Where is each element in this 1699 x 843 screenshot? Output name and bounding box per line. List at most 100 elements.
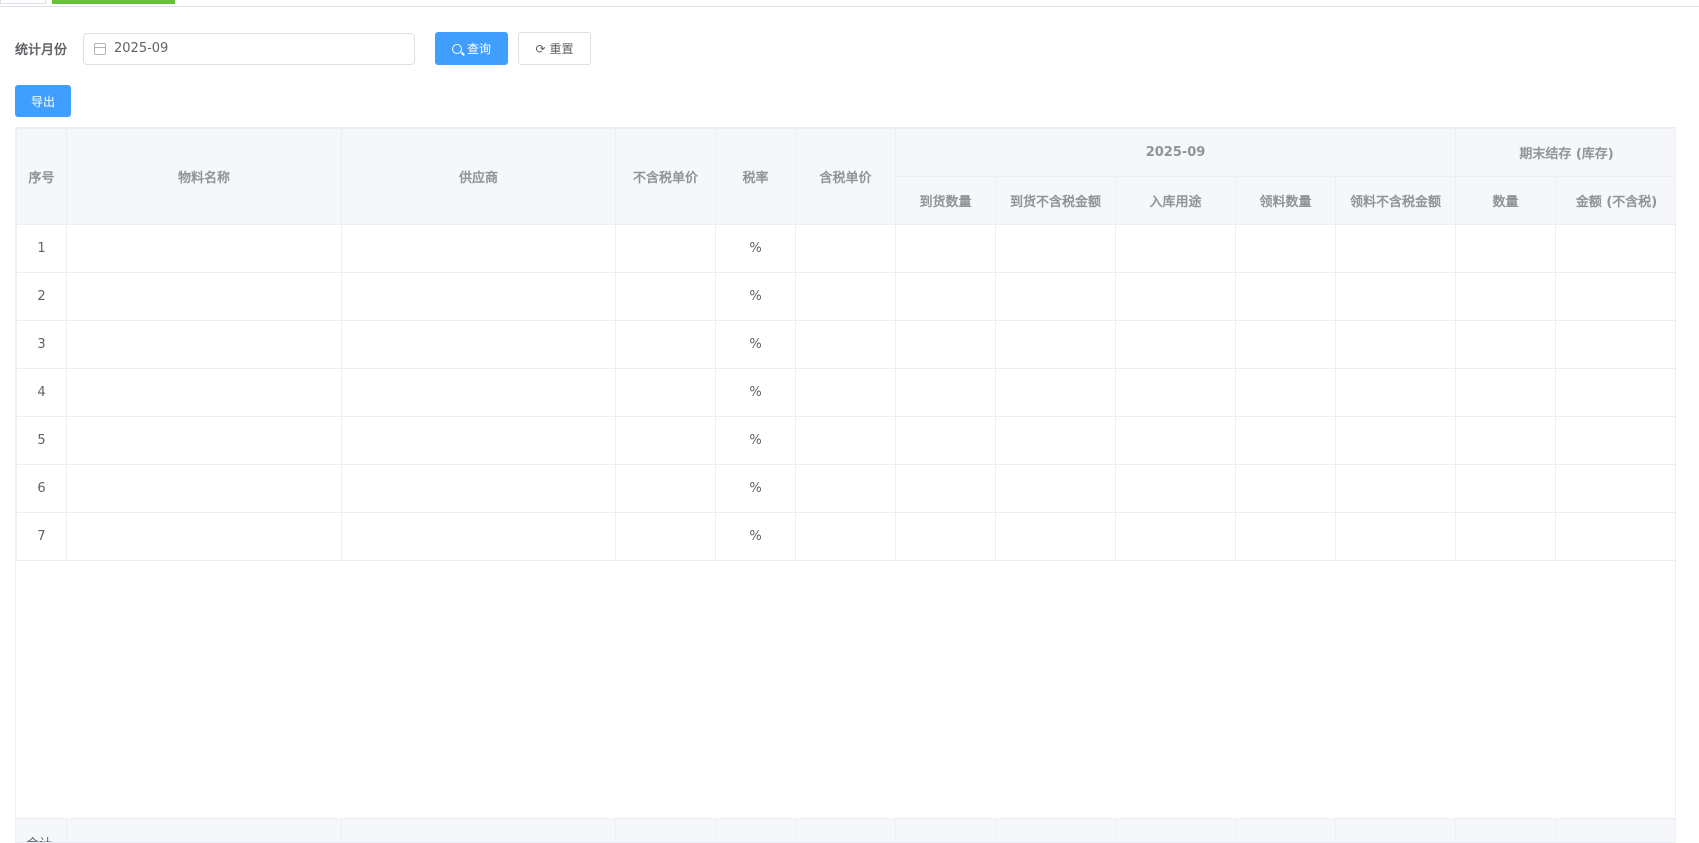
col-price-inc-tax: 含税单价 xyxy=(795,128,896,225)
column-divider xyxy=(715,819,716,842)
table-cell xyxy=(1555,320,1675,369)
column-divider xyxy=(1115,819,1116,842)
table-row[interactable]: 4% xyxy=(16,368,1675,417)
tab-inactive[interactable] xyxy=(0,0,46,4)
cell-tax-rate: % xyxy=(715,416,796,465)
cell-index: 3 xyxy=(16,320,67,369)
cell-tax-rate: % xyxy=(715,272,796,321)
table-row[interactable]: 3% xyxy=(16,320,1675,369)
table-cell xyxy=(341,464,616,513)
query-button[interactable]: 查询 xyxy=(435,32,508,65)
table-cell xyxy=(1334,464,1457,513)
cell-index: 1 xyxy=(16,224,67,273)
column-divider xyxy=(795,819,796,842)
column-divider xyxy=(1335,819,1336,842)
table-cell xyxy=(1334,224,1457,273)
reset-button[interactable]: ⟳ 重置 xyxy=(518,32,591,65)
table-cell xyxy=(795,224,896,273)
table-row[interactable]: 6% xyxy=(16,464,1675,513)
table-cell xyxy=(1334,272,1457,321)
table-cell xyxy=(1455,416,1557,465)
calendar-icon xyxy=(94,42,106,55)
table-cell xyxy=(895,320,996,369)
export-button[interactable]: 导出 xyxy=(15,85,71,117)
table-cell xyxy=(795,320,896,369)
table-cell xyxy=(795,368,896,417)
cell-tax-rate: % xyxy=(715,512,796,561)
col-material: 物料名称 xyxy=(66,128,342,225)
table-cell xyxy=(1555,224,1675,273)
cell-tax-rate: % xyxy=(715,224,796,273)
table-row[interactable]: 7% xyxy=(16,512,1675,561)
table-cell xyxy=(1455,368,1557,417)
table-cell xyxy=(1115,512,1236,561)
table-cell xyxy=(1115,224,1236,273)
column-divider xyxy=(1235,819,1236,842)
col-ending-qty: 数量 xyxy=(1455,176,1557,225)
col-group-ending: 期末结存 (库存) xyxy=(1455,128,1675,177)
col-price-ex-tax: 不含税单价 xyxy=(615,128,716,225)
table-row[interactable]: 5% xyxy=(16,416,1675,465)
table-cell xyxy=(1334,416,1457,465)
reset-button-label: 重置 xyxy=(549,42,574,56)
column-divider xyxy=(1455,819,1456,842)
table-cell xyxy=(995,272,1116,321)
table-cell xyxy=(1555,416,1675,465)
table-row[interactable]: 1% xyxy=(16,224,1675,273)
table-cell xyxy=(995,464,1116,513)
table-cell xyxy=(895,224,996,273)
table-cell xyxy=(66,224,342,273)
table-cell xyxy=(1555,512,1675,561)
table-cell xyxy=(1334,512,1457,561)
col-group-period: 2025-09 xyxy=(894,128,1457,177)
column-divider xyxy=(1555,819,1556,842)
table-row[interactable]: 2% xyxy=(16,272,1675,321)
summary-label: 合计 xyxy=(26,833,52,842)
table-cell xyxy=(995,512,1116,561)
table-cell xyxy=(1235,224,1336,273)
table-cell xyxy=(1235,368,1336,417)
table-cell xyxy=(66,272,342,321)
month-label: 统计月份 xyxy=(15,43,68,58)
table-cell xyxy=(1455,512,1557,561)
table-cell xyxy=(615,512,716,561)
table-cell xyxy=(66,416,342,465)
table-cell xyxy=(995,320,1116,369)
tags-view-bar xyxy=(0,0,1699,7)
cell-tax-rate: % xyxy=(715,320,796,369)
month-value: 2025-09 xyxy=(114,41,169,56)
table-cell xyxy=(1235,272,1336,321)
table-cell xyxy=(1115,464,1236,513)
column-divider xyxy=(341,819,342,842)
table-cell xyxy=(1115,320,1236,369)
table-cell xyxy=(995,416,1116,465)
table-cell xyxy=(1115,368,1236,417)
report-table: 序号 物料名称 供应商 不含税单价 税率 含税单价 2025-09 期末结存 (… xyxy=(15,127,1676,843)
table-cell xyxy=(615,272,716,321)
month-picker[interactable]: 2025-09 xyxy=(83,32,415,65)
table-cell xyxy=(341,512,616,561)
col-arrival-qty: 到货数量 xyxy=(895,176,996,225)
table-cell xyxy=(1555,272,1675,321)
search-form: 统计月份 2025-09 查询 ⟳ 重置 xyxy=(15,32,591,65)
table-cell xyxy=(615,416,716,465)
table-cell xyxy=(1555,464,1675,513)
table-cell xyxy=(1235,464,1336,513)
table-cell xyxy=(615,320,716,369)
table-cell xyxy=(895,512,996,561)
tab-active[interactable] xyxy=(52,0,175,4)
table-cell xyxy=(995,368,1116,417)
col-tax-rate: 税率 xyxy=(715,128,796,225)
table-cell xyxy=(795,464,896,513)
table-cell xyxy=(1334,368,1457,417)
table-cell xyxy=(1455,224,1557,273)
cell-index: 2 xyxy=(16,272,67,321)
table-cell xyxy=(1235,512,1336,561)
column-divider xyxy=(895,819,896,842)
cell-index: 4 xyxy=(16,368,67,417)
table-cell xyxy=(341,416,616,465)
table-cell xyxy=(615,464,716,513)
col-issue-amount: 领料不含税金额 xyxy=(1334,176,1457,225)
column-divider xyxy=(615,819,616,842)
col-ending-amount: 金额 (不含税) xyxy=(1555,176,1675,225)
